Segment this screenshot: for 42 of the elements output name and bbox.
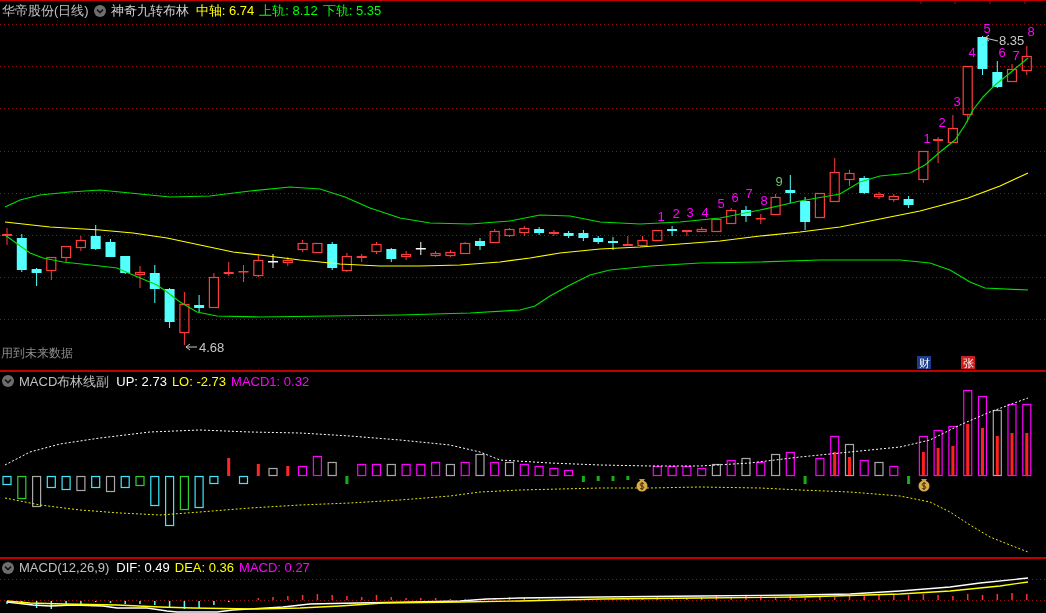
legend-value: 下轨: 5.35: [322, 4, 382, 17]
sequence-count: 3: [686, 205, 694, 220]
indicator-name: MACD布林线副: [19, 374, 110, 388]
indicator-name: 神奇九转布林: [110, 4, 189, 17]
sequence-count: 9: [775, 174, 783, 189]
sequence-count: 3: [953, 94, 961, 109]
legend-value: MACD: 0.27: [239, 561, 310, 574]
event-badge: 财: [917, 356, 931, 369]
price-label: 8.35: [999, 33, 1025, 48]
sequence-count: 4: [968, 45, 976, 60]
sequence-count: 2: [938, 115, 946, 130]
indicator-name: MACD(12,26,9): [19, 561, 110, 574]
price-label: 4.68: [199, 340, 225, 355]
stock-title: 华帝股份(日线): [2, 4, 89, 17]
legend-value: 中轴: 6.74: [195, 4, 255, 17]
chevron-icon[interactable]: [2, 375, 14, 387]
legend-value: DIF: 0.49: [116, 561, 170, 574]
sequence-count: 1: [923, 131, 931, 146]
sequence-count: 6: [998, 45, 1006, 60]
sequence-count: 1: [657, 209, 665, 224]
sequence-count: 6: [731, 190, 739, 205]
money-bag-icon: [918, 479, 930, 492]
sequence-count: 2: [672, 206, 680, 221]
sequence-count: 5: [717, 196, 725, 211]
legend-value: UP: 2.73: [116, 374, 167, 388]
chevron-icon[interactable]: [2, 561, 14, 574]
legend-value: MACD1: 0.32: [231, 374, 310, 388]
sequence-count: 8: [760, 193, 768, 208]
arrow-icon: [185, 343, 198, 351]
arrow-icon: [984, 34, 999, 42]
sequence-count: 8: [1027, 24, 1035, 39]
legend-value: 上轨: 8.12: [259, 4, 318, 17]
sequence-count: 4: [701, 205, 709, 220]
legend-value: LO: -2.73: [171, 374, 227, 388]
sequence-count: 7: [1012, 48, 1020, 63]
sequence-count: 7: [745, 186, 753, 201]
money-bag-icon: [636, 479, 648, 492]
sequence-count: 5: [983, 21, 991, 36]
chevron-icon[interactable]: [93, 4, 106, 17]
legend-value: DEA: 0.36: [174, 561, 235, 574]
notice-text: 用到未来数据: [1, 346, 73, 360]
event-badge: 张: [961, 356, 975, 369]
